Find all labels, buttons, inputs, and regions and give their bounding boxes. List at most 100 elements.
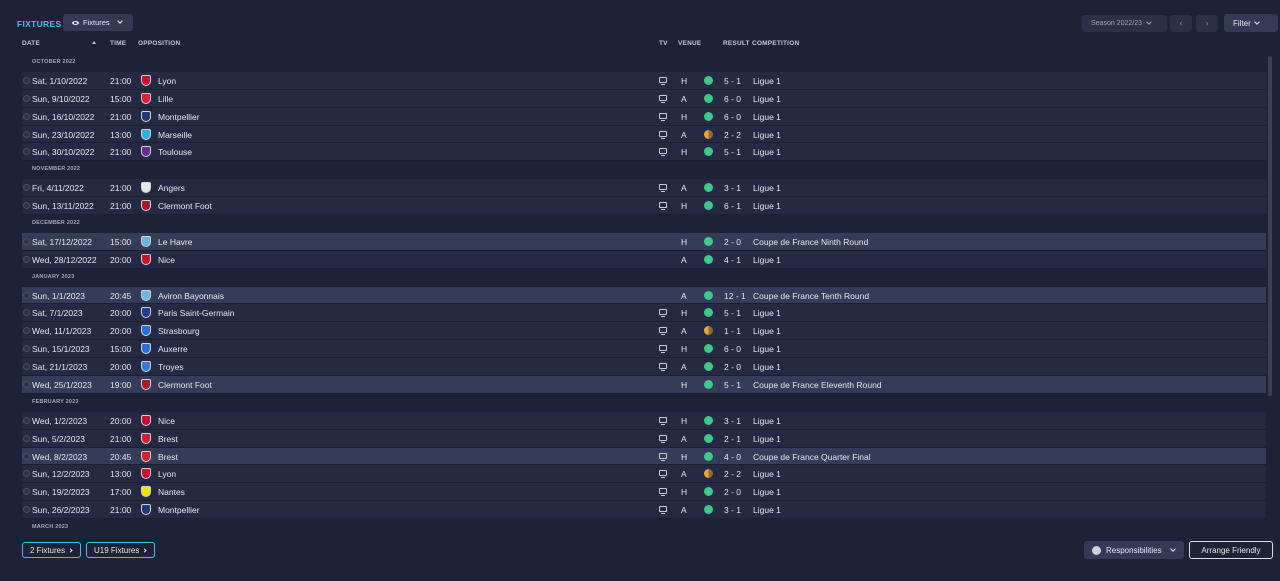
opponent-name[interactable]: Brest (158, 434, 178, 444)
match-score[interactable]: 2 - 0 (724, 237, 741, 247)
fixture-row[interactable]: Sun, 16/10/2022 21:00 Montpellier H 6 - 0 Lig… (22, 107, 1266, 126)
fixture-row[interactable]: Sun, 30/10/2022 21:00 Toulouse H 5 - 1 Ligue … (22, 143, 1266, 162)
match-score[interactable]: 3 - 1 (724, 505, 741, 515)
filter-button[interactable]: Filter (1224, 14, 1278, 32)
column-header-date[interactable]: DATE (22, 40, 40, 47)
select-radio[interactable] (23, 488, 30, 496)
column-header-competition[interactable]: COMPETITION (752, 40, 799, 47)
fixture-row[interactable]: Sun, 12/2/2023 13:00 Lyon A 2 - 2 Ligue 1 (22, 465, 1266, 484)
match-score[interactable]: 6 - 0 (724, 344, 741, 354)
select-radio[interactable] (23, 452, 30, 460)
match-score[interactable]: 5 - 1 (724, 380, 741, 390)
select-radio[interactable] (23, 291, 30, 299)
responsibilities-button[interactable]: Responsibilities (1084, 541, 1184, 559)
fixture-row[interactable]: Sat, 21/1/2023 20:00 Troyes A 2 - 0 Ligue 1 (22, 358, 1266, 377)
select-radio[interactable] (23, 381, 30, 389)
select-radio[interactable] (23, 255, 30, 263)
opponent-name[interactable]: Angers (158, 183, 185, 193)
previous-season-button[interactable]: ‹ (1170, 15, 1192, 32)
opponent-name[interactable]: Toulouse (158, 147, 192, 157)
column-header-venue[interactable]: VENUE (678, 40, 701, 47)
opponent-name[interactable]: Montpellier (158, 112, 200, 122)
scrollbar[interactable] (1268, 56, 1272, 396)
opponent-name[interactable]: Nice (158, 255, 175, 265)
select-radio[interactable] (23, 363, 30, 371)
select-radio[interactable] (23, 470, 30, 478)
fixture-row[interactable]: Wed, 11/1/2023 20:00 Strasbourg A 1 - 1 Ligue… (22, 322, 1266, 341)
select-radio[interactable] (23, 416, 30, 424)
opponent-name[interactable]: Lyon (158, 469, 176, 479)
match-score[interactable]: 2 - 0 (724, 487, 741, 497)
select-radio[interactable] (23, 434, 30, 442)
fixture-row[interactable]: Sat, 17/12/2022 15:00 Le Havre H 2 - 0 Coupe … (22, 232, 1266, 251)
select-radio[interactable] (23, 184, 30, 192)
match-score[interactable]: 1 - 1 (724, 326, 741, 336)
match-score[interactable]: 3 - 1 (724, 183, 741, 193)
column-header-result[interactable]: RESULT (723, 40, 750, 47)
match-score[interactable]: 12 - 1 (724, 291, 746, 301)
fixture-row[interactable]: Wed, 28/12/2022 20:00 Nice A 4 - 1 Ligue 1 (22, 250, 1266, 269)
column-header-opposition[interactable]: OPPOSITION (138, 40, 180, 47)
match-score[interactable]: 6 - 1 (724, 201, 741, 211)
fixture-row[interactable]: Sun, 15/1/2023 15:00 Auxerre H 6 - 0 Ligue 1 (22, 340, 1266, 359)
next-season-button[interactable]: › (1196, 15, 1218, 32)
select-radio[interactable] (23, 130, 30, 138)
opponent-name[interactable]: Troyes (158, 362, 184, 372)
match-score[interactable]: 6 - 0 (724, 112, 741, 122)
select-radio[interactable] (23, 345, 30, 353)
season-dropdown[interactable]: Season 2022/23 (1082, 15, 1167, 32)
select-radio[interactable] (23, 309, 30, 317)
fixture-row[interactable]: Wed, 25/1/2023 19:00 Clermont Foot H 5 - 1 Co… (22, 376, 1266, 394)
select-radio[interactable] (23, 148, 30, 156)
select-radio[interactable] (23, 112, 30, 120)
match-score[interactable]: 6 - 0 (724, 94, 741, 104)
select-radio[interactable] (23, 202, 30, 210)
select-radio[interactable] (23, 76, 30, 84)
u19-fixtures-button[interactable]: U19 Fixtures (86, 542, 155, 558)
view-dropdown[interactable]: Fixtures (63, 14, 133, 31)
match-score[interactable]: 2 - 2 (724, 469, 741, 479)
opponent-name[interactable]: Lyon (158, 76, 176, 86)
select-radio[interactable] (23, 237, 30, 245)
opponent-name[interactable]: Strasbourg (158, 326, 200, 336)
fixture-row[interactable]: Sun, 13/11/2022 21:00 Clermont Foot H 6 - 1 L… (22, 197, 1266, 216)
match-score[interactable]: 5 - 1 (724, 147, 741, 157)
match-score[interactable]: 2 - 1 (724, 434, 741, 444)
opponent-name[interactable]: Lille (158, 94, 173, 104)
fixture-row[interactable]: Sun, 5/2/2023 21:00 Brest A 2 - 1 Ligue 1 (22, 429, 1266, 448)
arrange-friendly-button[interactable]: Arrange Friendly (1189, 541, 1273, 559)
fixture-row[interactable]: Wed, 1/2/2023 20:00 Nice H 3 - 1 Ligue 1 (22, 411, 1266, 430)
match-score[interactable]: 5 - 1 (724, 76, 741, 86)
fixture-row[interactable]: Sat, 7/1/2023 20:00 Paris Saint-Germain H 5 … (22, 304, 1266, 323)
opponent-name[interactable]: Marseille (158, 130, 192, 140)
select-radio[interactable] (23, 506, 30, 514)
opponent-name[interactable]: Brest (158, 452, 178, 462)
column-header-tv[interactable]: TV (659, 40, 668, 47)
opponent-name[interactable]: Clermont Foot (158, 380, 212, 390)
opponent-name[interactable]: Paris Saint-Germain (158, 308, 235, 318)
match-score[interactable]: 2 - 2 (724, 130, 741, 140)
fixture-row[interactable]: Sat, 1/10/2022 21:00 Lyon H 5 - 1 Ligue 1 (22, 71, 1266, 90)
select-radio[interactable] (23, 327, 30, 335)
fixture-row[interactable]: Sun, 9/10/2022 15:00 Lille A 6 - 0 Ligue 1 (22, 89, 1266, 108)
match-score[interactable]: 3 - 1 (724, 416, 741, 426)
column-header-time[interactable]: TIME (110, 40, 126, 47)
fixture-row[interactable]: Sun, 23/10/2022 13:00 Marseille A 2 - 2 Ligue… (22, 125, 1266, 144)
opponent-name[interactable]: Aviron Bayonnais (158, 291, 224, 301)
match-score[interactable]: 4 - 0 (724, 452, 741, 462)
fixture-row[interactable]: Sun, 26/2/2023 21:00 Montpellier A 3 - 1 Ligu… (22, 501, 1266, 520)
opponent-name[interactable]: Clermont Foot (158, 201, 212, 211)
fixtures-count-button[interactable]: 2 Fixtures (22, 542, 81, 558)
opponent-name[interactable]: Nice (158, 416, 175, 426)
fixture-row[interactable]: Sun, 19/2/2023 17:00 Nantes H 2 - 0 Ligue 1 (22, 483, 1266, 502)
fixture-row[interactable]: Fri, 4/11/2022 21:00 Angers A 3 - 1 Ligue 1 (22, 179, 1266, 198)
match-score[interactable]: 4 - 1 (724, 255, 741, 265)
opponent-name[interactable]: Montpellier (158, 505, 200, 515)
opponent-name[interactable]: Nantes (158, 487, 185, 497)
opponent-name[interactable]: Le Havre (158, 237, 193, 247)
select-radio[interactable] (23, 94, 30, 102)
fixture-row[interactable]: Sun, 1/1/2023 20:45 Aviron Bayonnais A 12 - … (22, 286, 1266, 305)
opponent-name[interactable]: Auxerre (158, 344, 188, 354)
match-score[interactable]: 2 - 0 (724, 362, 741, 372)
match-score[interactable]: 5 - 1 (724, 308, 741, 318)
